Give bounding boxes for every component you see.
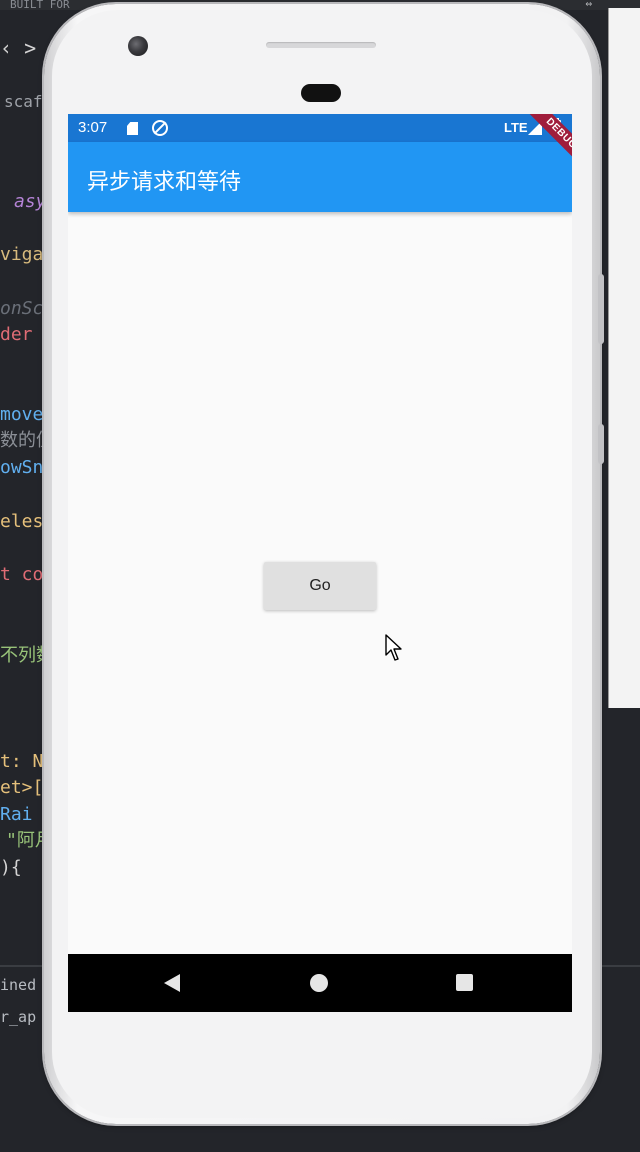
status-time: 3:07 [78,119,108,136]
code-line: t: N [0,751,44,772]
terminal-line: r_ap [0,1008,37,1026]
page-title: 异步请求和等待 [87,170,242,195]
top-speaker-grille [266,42,376,48]
earpiece [301,84,341,102]
phone-screen: 3:07 LTE 异步请求和等待 DEBUG Go [68,114,572,1012]
go-button[interactable]: Go [264,562,376,610]
code-line: eles [0,511,44,532]
recent-apps-icon[interactable] [456,974,473,991]
editor-top-strip-text: BUILT FOR [10,0,70,10]
terminal-line: ined [0,976,37,994]
code-line: scaf [4,92,43,111]
network-type-label: LTE [504,120,528,135]
volume-button[interactable] [598,274,604,344]
front-camera-icon [128,36,148,56]
code-line: der [0,324,33,345]
code-line: asy [14,191,47,212]
sync-disabled-icon [152,120,168,136]
code-line: et>[ [0,777,44,798]
app-bar: 异步请求和等待 [68,142,572,212]
editor-nav-arrows[interactable]: ‹ > [0,36,36,60]
split-view-icon[interactable]: ⇔ [585,0,592,9]
code-line: ){ [0,857,22,878]
home-icon[interactable] [310,974,328,992]
side-panel [608,8,640,708]
code-line: Rai [0,804,33,825]
phone-emulator-frame: 3:07 LTE 异步请求和等待 DEBUG Go [44,4,604,1124]
android-nav-bar [68,954,572,1012]
status-bar: 3:07 LTE [68,114,572,142]
mouse-cursor-icon [385,634,402,661]
power-button[interactable] [598,424,604,464]
sd-card-icon [127,122,138,135]
code-line: t co [0,564,44,585]
back-icon[interactable] [164,974,180,992]
